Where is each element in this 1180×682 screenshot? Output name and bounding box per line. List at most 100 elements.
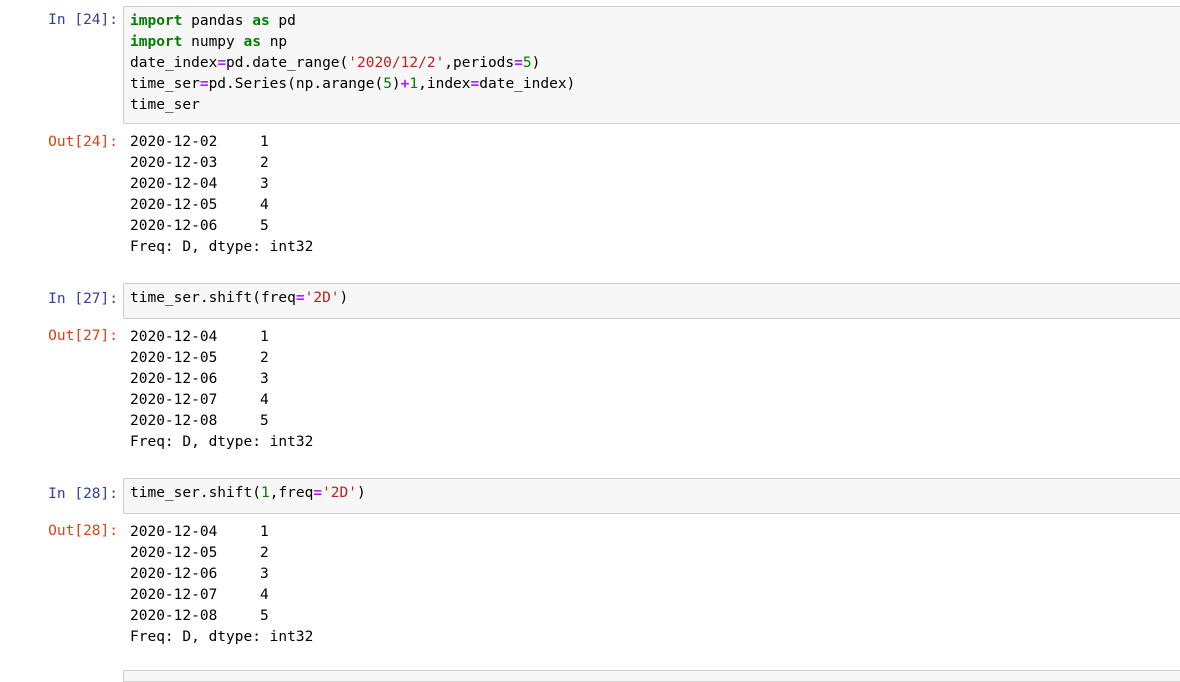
series-row: 2020-12-05 2 [130, 543, 313, 564]
input-prompt: In [28]: [48, 486, 118, 502]
code-token: date_index [130, 55, 218, 71]
code-editor[interactable]: import pandas as pd import numpy as np dat… [123, 6, 1180, 124]
cell-output: 2020-12-04 1 2020-12-05 2 2020-12-06 3 2020-12… [130, 522, 313, 648]
keyword-token: import [130, 34, 183, 50]
code-line[interactable]: date_index=pd.date_range('2020/12/2',per… [130, 53, 1174, 74]
number-token: 5 [522, 55, 532, 71]
keyword-token: as [243, 34, 261, 50]
series-footer: Freq: D, dtype: int32 [130, 629, 314, 645]
string-token: '2D' [322, 485, 357, 501]
series-index: 2020-12-05 [130, 197, 218, 213]
series-row: 2020-12-07 4 [130, 585, 313, 606]
output-prompt: Out[24]: [48, 134, 118, 150]
series-index: 2020-12-07 [130, 587, 218, 603]
code-editor[interactable]: time_ser.shift(freq='2D') [123, 283, 1180, 319]
series-index: 2020-12-06 [130, 218, 218, 234]
code-token: ,freq [269, 485, 314, 501]
code-line[interactable]: time_ser.shift(freq='2D') [130, 288, 1174, 309]
series-index: 2020-12-03 [130, 155, 218, 171]
series-value: 3 [260, 176, 269, 192]
series-row: 2020-12-08 5 [130, 411, 313, 432]
series-value: 4 [260, 197, 269, 213]
series-value: 1 [260, 329, 269, 345]
output-prompt: Out[27]: [48, 328, 118, 344]
code-token: ,periods [444, 55, 515, 71]
code-line[interactable]: time_ser=pd.Series(np.arange(5)+1,index=… [130, 74, 1174, 95]
series-index: 2020-12-05 [130, 545, 218, 561]
cell-output: 2020-12-02 1 2020-12-03 2 2020-12-04 3 2020-12… [130, 132, 313, 258]
code-token: numpy [182, 34, 244, 50]
series-index: 2020-12-04 [130, 524, 218, 540]
series-row: 2020-12-05 4 [130, 195, 313, 216]
series-value: 4 [260, 587, 269, 603]
operator-token: = [199, 76, 209, 92]
series-index: 2020-12-06 [130, 566, 218, 582]
code-token: time_ser.shift( [130, 485, 261, 501]
code-token: pd.date_range( [226, 55, 349, 71]
code-token: ) [391, 76, 401, 92]
code-token: pandas [182, 13, 253, 29]
series-value: 2 [260, 545, 269, 561]
series-row: 2020-12-04 3 [130, 174, 313, 195]
series-index: 2020-12-04 [130, 329, 218, 345]
series-row: 2020-12-08 5 [130, 606, 313, 627]
series-index: 2020-12-07 [130, 392, 218, 408]
code-token: pd.Series(np.arange( [208, 76, 384, 92]
code-token: time_ser [130, 76, 200, 92]
string-token: '2020/12/2' [348, 55, 445, 71]
series-row: 2020-12-06 5 [130, 216, 313, 237]
series-index: 2020-12-06 [130, 371, 218, 387]
series-row: 2020-12-02 1 [130, 132, 313, 153]
code-token: ,index [418, 76, 471, 92]
code-token: np [260, 34, 288, 50]
code-token: ) [339, 290, 349, 306]
code-token: time_ser.shift(freq [130, 290, 296, 306]
operator-token: = [313, 485, 323, 501]
series-value: 1 [260, 134, 269, 150]
series-row: 2020-12-07 4 [130, 390, 313, 411]
input-prompt: In [27]: [48, 291, 118, 307]
operator-token: = [217, 55, 227, 71]
series-row: 2020-12-06 3 [130, 369, 313, 390]
operator-token: = [295, 290, 305, 306]
next-cell-editor[interactable] [123, 670, 1180, 682]
input-prompt: In [24]: [48, 12, 118, 28]
series-row: 2020-12-04 1 [130, 327, 313, 348]
series-value: 5 [260, 608, 269, 624]
series-footer: Freq: D, dtype: int32 [130, 434, 314, 450]
series-index: 2020-12-08 [130, 608, 218, 624]
operator-token: = [514, 55, 523, 71]
code-line[interactable]: time_ser [130, 95, 1174, 116]
series-row: 2020-12-04 1 [130, 522, 313, 543]
series-row: 2020-12-03 2 [130, 153, 313, 174]
code-line[interactable]: import numpy as np [130, 32, 1174, 53]
code-line[interactable]: import pandas as pd [130, 11, 1174, 32]
number-token: 1 [260, 485, 270, 501]
series-row: 2020-12-06 3 [130, 564, 313, 585]
code-token: date_index) [479, 76, 576, 92]
series-index: 2020-12-08 [130, 413, 218, 429]
series-value: 3 [260, 371, 269, 387]
code-editor[interactable]: time_ser.shift(1,freq='2D') [123, 478, 1180, 514]
series-index: 2020-12-05 [130, 350, 218, 366]
operator-token: = [470, 76, 480, 92]
series-index: 2020-12-02 [130, 134, 218, 150]
string-token: '2D' [304, 290, 340, 306]
code-token: ) [531, 55, 541, 71]
keyword-token: import [130, 13, 183, 29]
number-token: 5 [383, 76, 392, 92]
series-value: 2 [260, 155, 269, 171]
series-index: 2020-12-04 [130, 176, 218, 192]
series-value: 5 [260, 218, 269, 234]
keyword-token: as [252, 13, 270, 29]
series-row: 2020-12-05 2 [130, 348, 313, 369]
series-value: 3 [260, 566, 269, 582]
series-value: 5 [260, 413, 269, 429]
series-value: 4 [260, 392, 269, 408]
cell-output: 2020-12-04 1 2020-12-05 2 2020-12-06 3 2020-12… [130, 327, 313, 453]
series-value: 1 [260, 524, 269, 540]
code-line[interactable]: time_ser.shift(1,freq='2D') [130, 483, 1174, 504]
series-value: 2 [260, 350, 269, 366]
output-prompt: Out[28]: [48, 523, 118, 539]
code-token: ) [357, 485, 366, 501]
